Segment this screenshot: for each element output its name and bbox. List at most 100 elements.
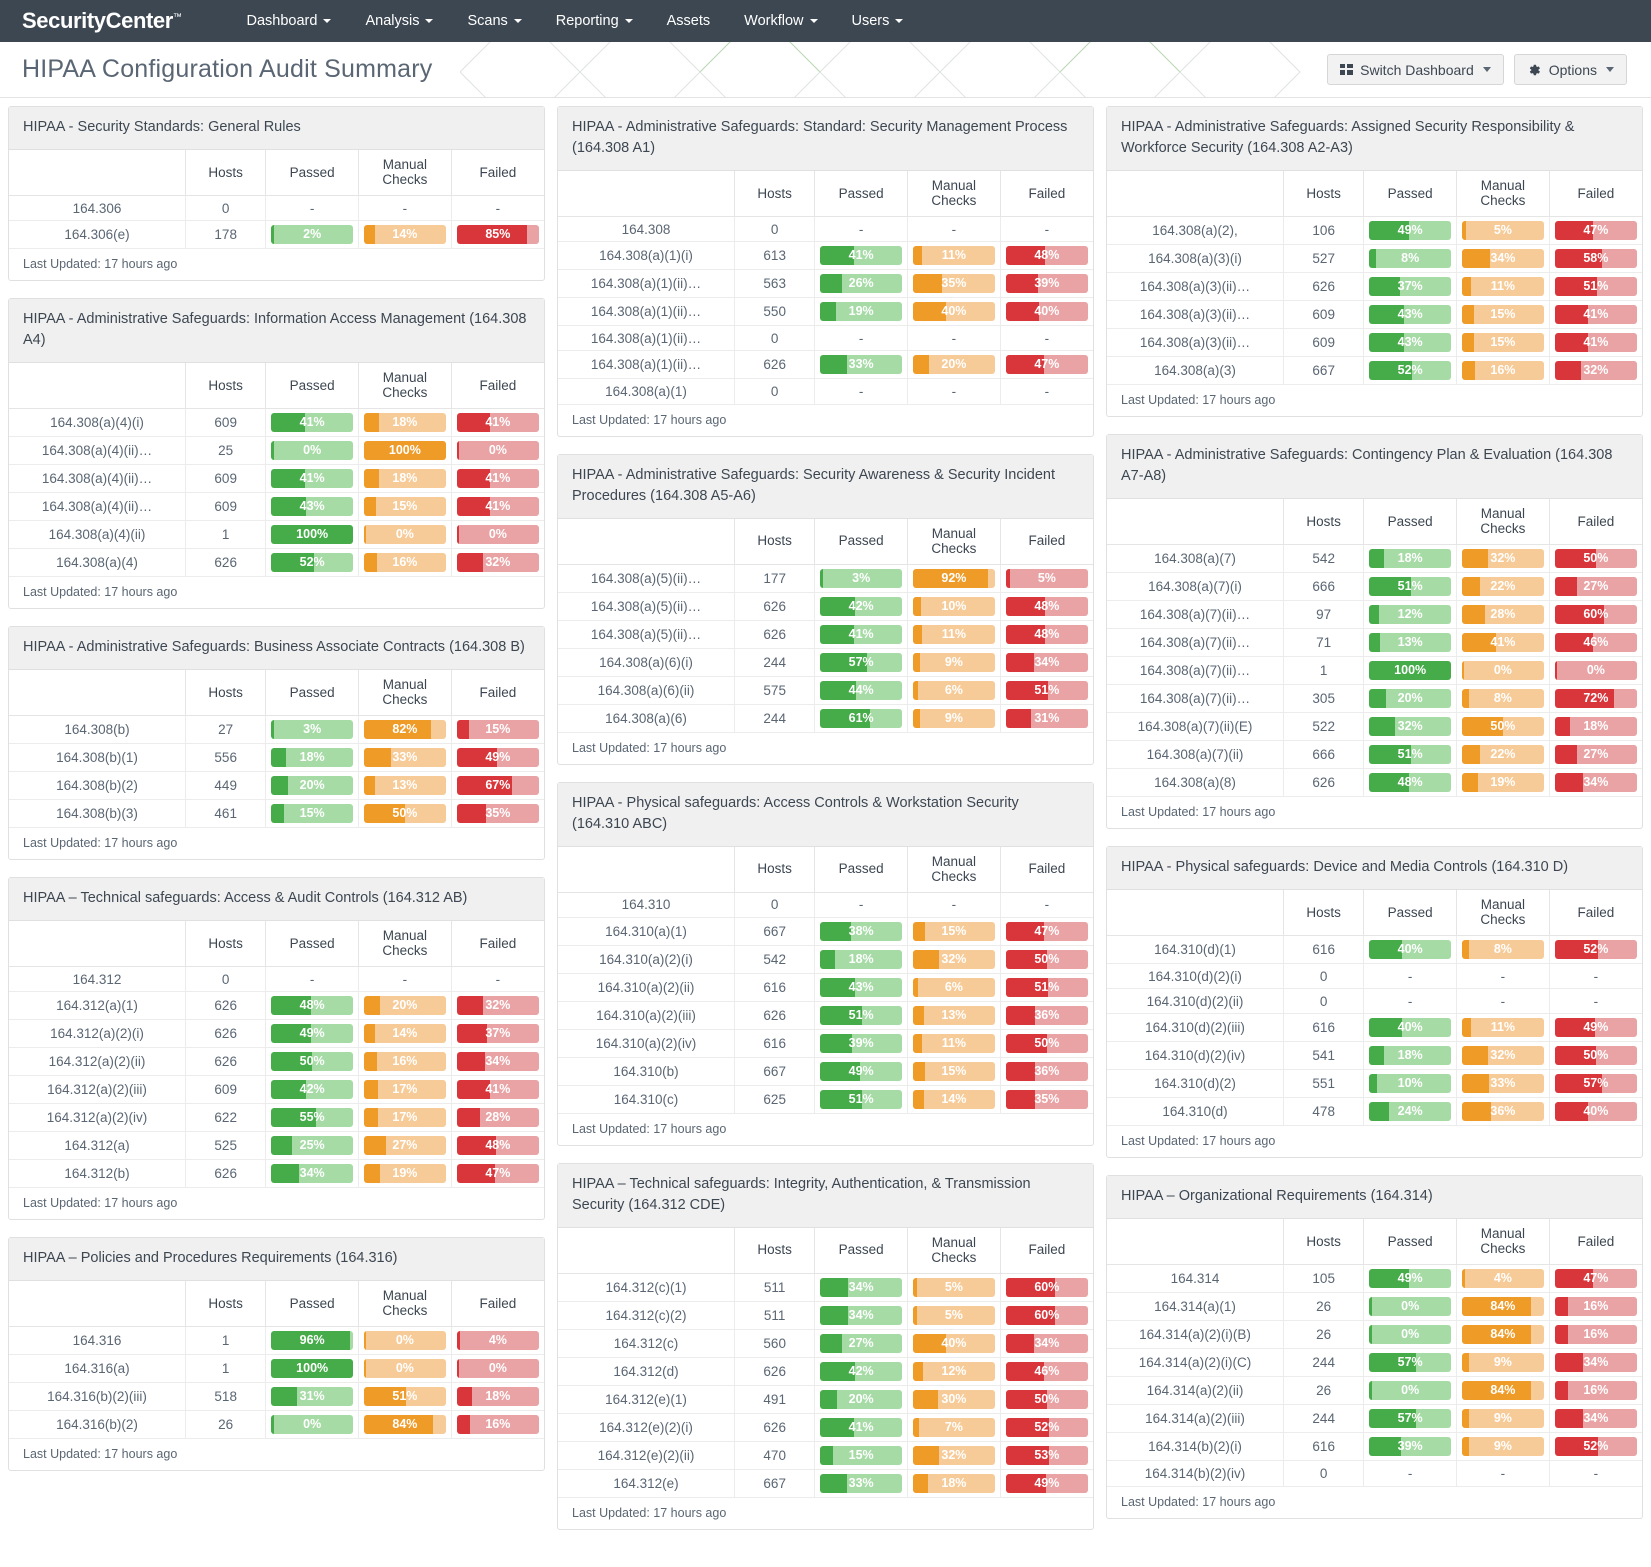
table-row[interactable]: 164.308(a)(7)(ii)… 1 100% 0% 0% [1107, 656, 1642, 686]
column-header-manual-checks[interactable]: Manual Checks [358, 670, 452, 717]
column-header-manual-checks[interactable]: Manual Checks [1456, 171, 1550, 218]
table-row[interactable]: 164.310(c) 625 51% 14% 35% [558, 1085, 1093, 1113]
table-row[interactable]: 164.310(d)(2)(iii) 616 40% 11% 49% [1107, 1013, 1642, 1043]
cell-passed[interactable]: 15% [265, 799, 360, 828]
cell-failed[interactable]: 34% [1000, 1329, 1093, 1358]
control-name[interactable]: 164.316(b)(2)(iii) [9, 1382, 187, 1412]
cell-failed[interactable]: 4% [451, 1326, 544, 1356]
cell-passed[interactable]: 57% [814, 648, 909, 677]
control-name[interactable]: 164.308(a)(3)(ii)… [1107, 300, 1285, 330]
cell-manual-empty[interactable]: - [358, 195, 452, 222]
cell-manual[interactable]: 11% [1456, 272, 1550, 302]
column-header-manual-checks[interactable]: Manual Checks [907, 171, 1001, 218]
cell-manual[interactable]: 15% [1456, 328, 1550, 358]
column-header-control[interactable] [1107, 1219, 1285, 1266]
table-row[interactable]: 164.308(b)(1) 556 18% 33% 49% [9, 743, 544, 773]
cell-manual[interactable]: 9% [907, 648, 1001, 677]
table-row[interactable]: 164.312(e)(2)(i) 626 41% 7% 52% [558, 1413, 1093, 1442]
app-logo[interactable]: SecurityCenter™ [22, 8, 182, 34]
cell-manual[interactable]: 6% [907, 676, 1001, 705]
cell-passed[interactable]: 51% [814, 1001, 909, 1030]
control-name[interactable]: 164.312(b) [9, 1159, 187, 1188]
cell-failed[interactable]: 32% [1549, 357, 1642, 385]
table-row[interactable]: 164.314(a)(2)(iii) 244 57% 9% 34% [1107, 1404, 1642, 1434]
cell-manual[interactable]: 11% [907, 241, 1001, 271]
column-header-hosts[interactable]: Hosts [734, 1227, 816, 1274]
cell-manual[interactable]: 6% [907, 973, 1001, 1002]
control-name[interactable]: 164.314(a)(2)(i)(C) [1107, 1348, 1285, 1378]
cell-manual[interactable]: 32% [907, 1441, 1001, 1470]
nav-item-users[interactable]: Users [835, 0, 921, 42]
cell-failed[interactable]: 50% [1000, 1029, 1093, 1058]
cell-manual-empty[interactable]: - [1456, 988, 1550, 1015]
cell-failed[interactable]: 41% [1549, 328, 1642, 358]
cell-manual[interactable]: 9% [907, 704, 1001, 732]
cell-failed-empty[interactable]: - [1000, 892, 1093, 918]
nav-item-analysis[interactable]: Analysis [348, 0, 450, 42]
control-name[interactable]: 164.308(a)(4)(ii)… [9, 436, 187, 466]
column-header-hosts[interactable]: Hosts [1283, 890, 1365, 937]
cell-passed[interactable]: 20% [265, 771, 360, 801]
cell-failed[interactable]: 35% [451, 800, 544, 828]
column-header-failed[interactable]: Failed [1000, 171, 1093, 218]
cell-failed[interactable]: 34% [1549, 769, 1642, 797]
cell-manual[interactable]: 50% [358, 799, 452, 828]
table-row[interactable]: 164.312(c)(1) 511 34% 5% 60% [558, 1273, 1093, 1302]
cell-manual[interactable]: 4% [1456, 1264, 1550, 1294]
cell-passed[interactable]: 33% [814, 1469, 909, 1497]
column-header-control[interactable] [9, 921, 187, 968]
cell-manual-empty[interactable]: - [1456, 1460, 1550, 1486]
cell-manual[interactable]: 15% [358, 492, 452, 522]
cell-passed[interactable]: 43% [814, 973, 909, 1002]
cell-manual[interactable]: 27% [358, 1131, 452, 1161]
control-name[interactable]: 164.308(a)(8) [1107, 768, 1285, 797]
control-name[interactable]: 164.308(a)(7)(ii) [1107, 740, 1285, 770]
cell-manual[interactable]: 5% [907, 1301, 1001, 1330]
table-row[interactable]: 164.308(a)(4)(ii) 1 100% 0% 0% [9, 520, 544, 550]
table-row[interactable]: 164.308(a)(6)(ii) 575 44% 6% 51% [558, 676, 1093, 705]
table-row[interactable]: 164.306 0- - - [9, 195, 544, 222]
control-name[interactable]: 164.312(c)(2) [558, 1301, 736, 1330]
cell-passed[interactable]: 49% [1363, 1264, 1458, 1294]
cell-passed[interactable]: 38% [814, 917, 909, 946]
cell-failed[interactable]: 0% [451, 436, 544, 466]
cell-failed[interactable]: 46% [1000, 1357, 1093, 1386]
column-header-hosts[interactable]: Hosts [1283, 171, 1365, 218]
cell-failed-empty[interactable]: - [1549, 988, 1642, 1015]
column-header-hosts[interactable]: Hosts [1283, 499, 1365, 546]
cell-failed[interactable]: 51% [1000, 676, 1093, 705]
cell-failed[interactable]: 0% [1549, 656, 1642, 686]
column-header-hosts[interactable]: Hosts [1283, 1219, 1365, 1266]
control-name[interactable]: 164.312(a)(2)(i) [9, 1019, 187, 1049]
table-row[interactable]: 164.308(a)(7)(ii) 666 51% 22% 27% [1107, 740, 1642, 770]
column-header-failed[interactable]: Failed [451, 1281, 544, 1328]
cell-passed-empty[interactable]: - [1363, 1460, 1458, 1486]
cell-manual[interactable]: 15% [907, 917, 1001, 946]
cell-failed[interactable]: 27% [1549, 572, 1642, 602]
cell-passed[interactable]: 12% [1363, 600, 1458, 630]
table-row[interactable]: 164.310 0- - - [558, 892, 1093, 918]
cell-failed[interactable]: 16% [451, 1411, 544, 1439]
table-row[interactable]: 164.312(b) 626 34% 19% 47% [9, 1159, 544, 1188]
cell-failed[interactable]: 50% [1000, 1385, 1093, 1414]
cell-manual[interactable]: 9% [1456, 1432, 1550, 1462]
control-name[interactable]: 164.310(a)(2)(i) [558, 945, 736, 974]
control-name[interactable]: 164.312(a)(2)(iv) [9, 1103, 187, 1133]
cell-failed[interactable]: 48% [1000, 241, 1093, 271]
column-header-manual-checks[interactable]: Manual Checks [1456, 499, 1550, 546]
control-name[interactable]: 164.308(a)(6) [558, 704, 736, 732]
cell-manual[interactable]: 13% [358, 771, 452, 801]
cell-passed[interactable]: 3% [265, 715, 360, 745]
cell-passed[interactable]: 52% [1363, 356, 1458, 385]
table-row[interactable]: 164.308(a)(3)(ii)… 609 43% 15% 41% [1107, 300, 1642, 330]
cell-passed[interactable]: 19% [814, 297, 909, 327]
cell-manual[interactable]: 7% [907, 1413, 1001, 1442]
table-row[interactable]: 164.316 1 96% 0% 4% [9, 1326, 544, 1356]
column-header-control[interactable] [9, 1281, 187, 1328]
column-header-control[interactable] [1107, 499, 1285, 546]
cell-passed[interactable]: 15% [814, 1441, 909, 1470]
control-name[interactable]: 164.308(a)(4)(i) [9, 408, 187, 438]
column-header-hosts[interactable]: Hosts [734, 518, 816, 565]
control-name[interactable]: 164.308(a)(2), [1107, 216, 1285, 246]
table-row[interactable]: 164.312(a)(2)(iii) 609 42% 17% 41% [9, 1075, 544, 1105]
